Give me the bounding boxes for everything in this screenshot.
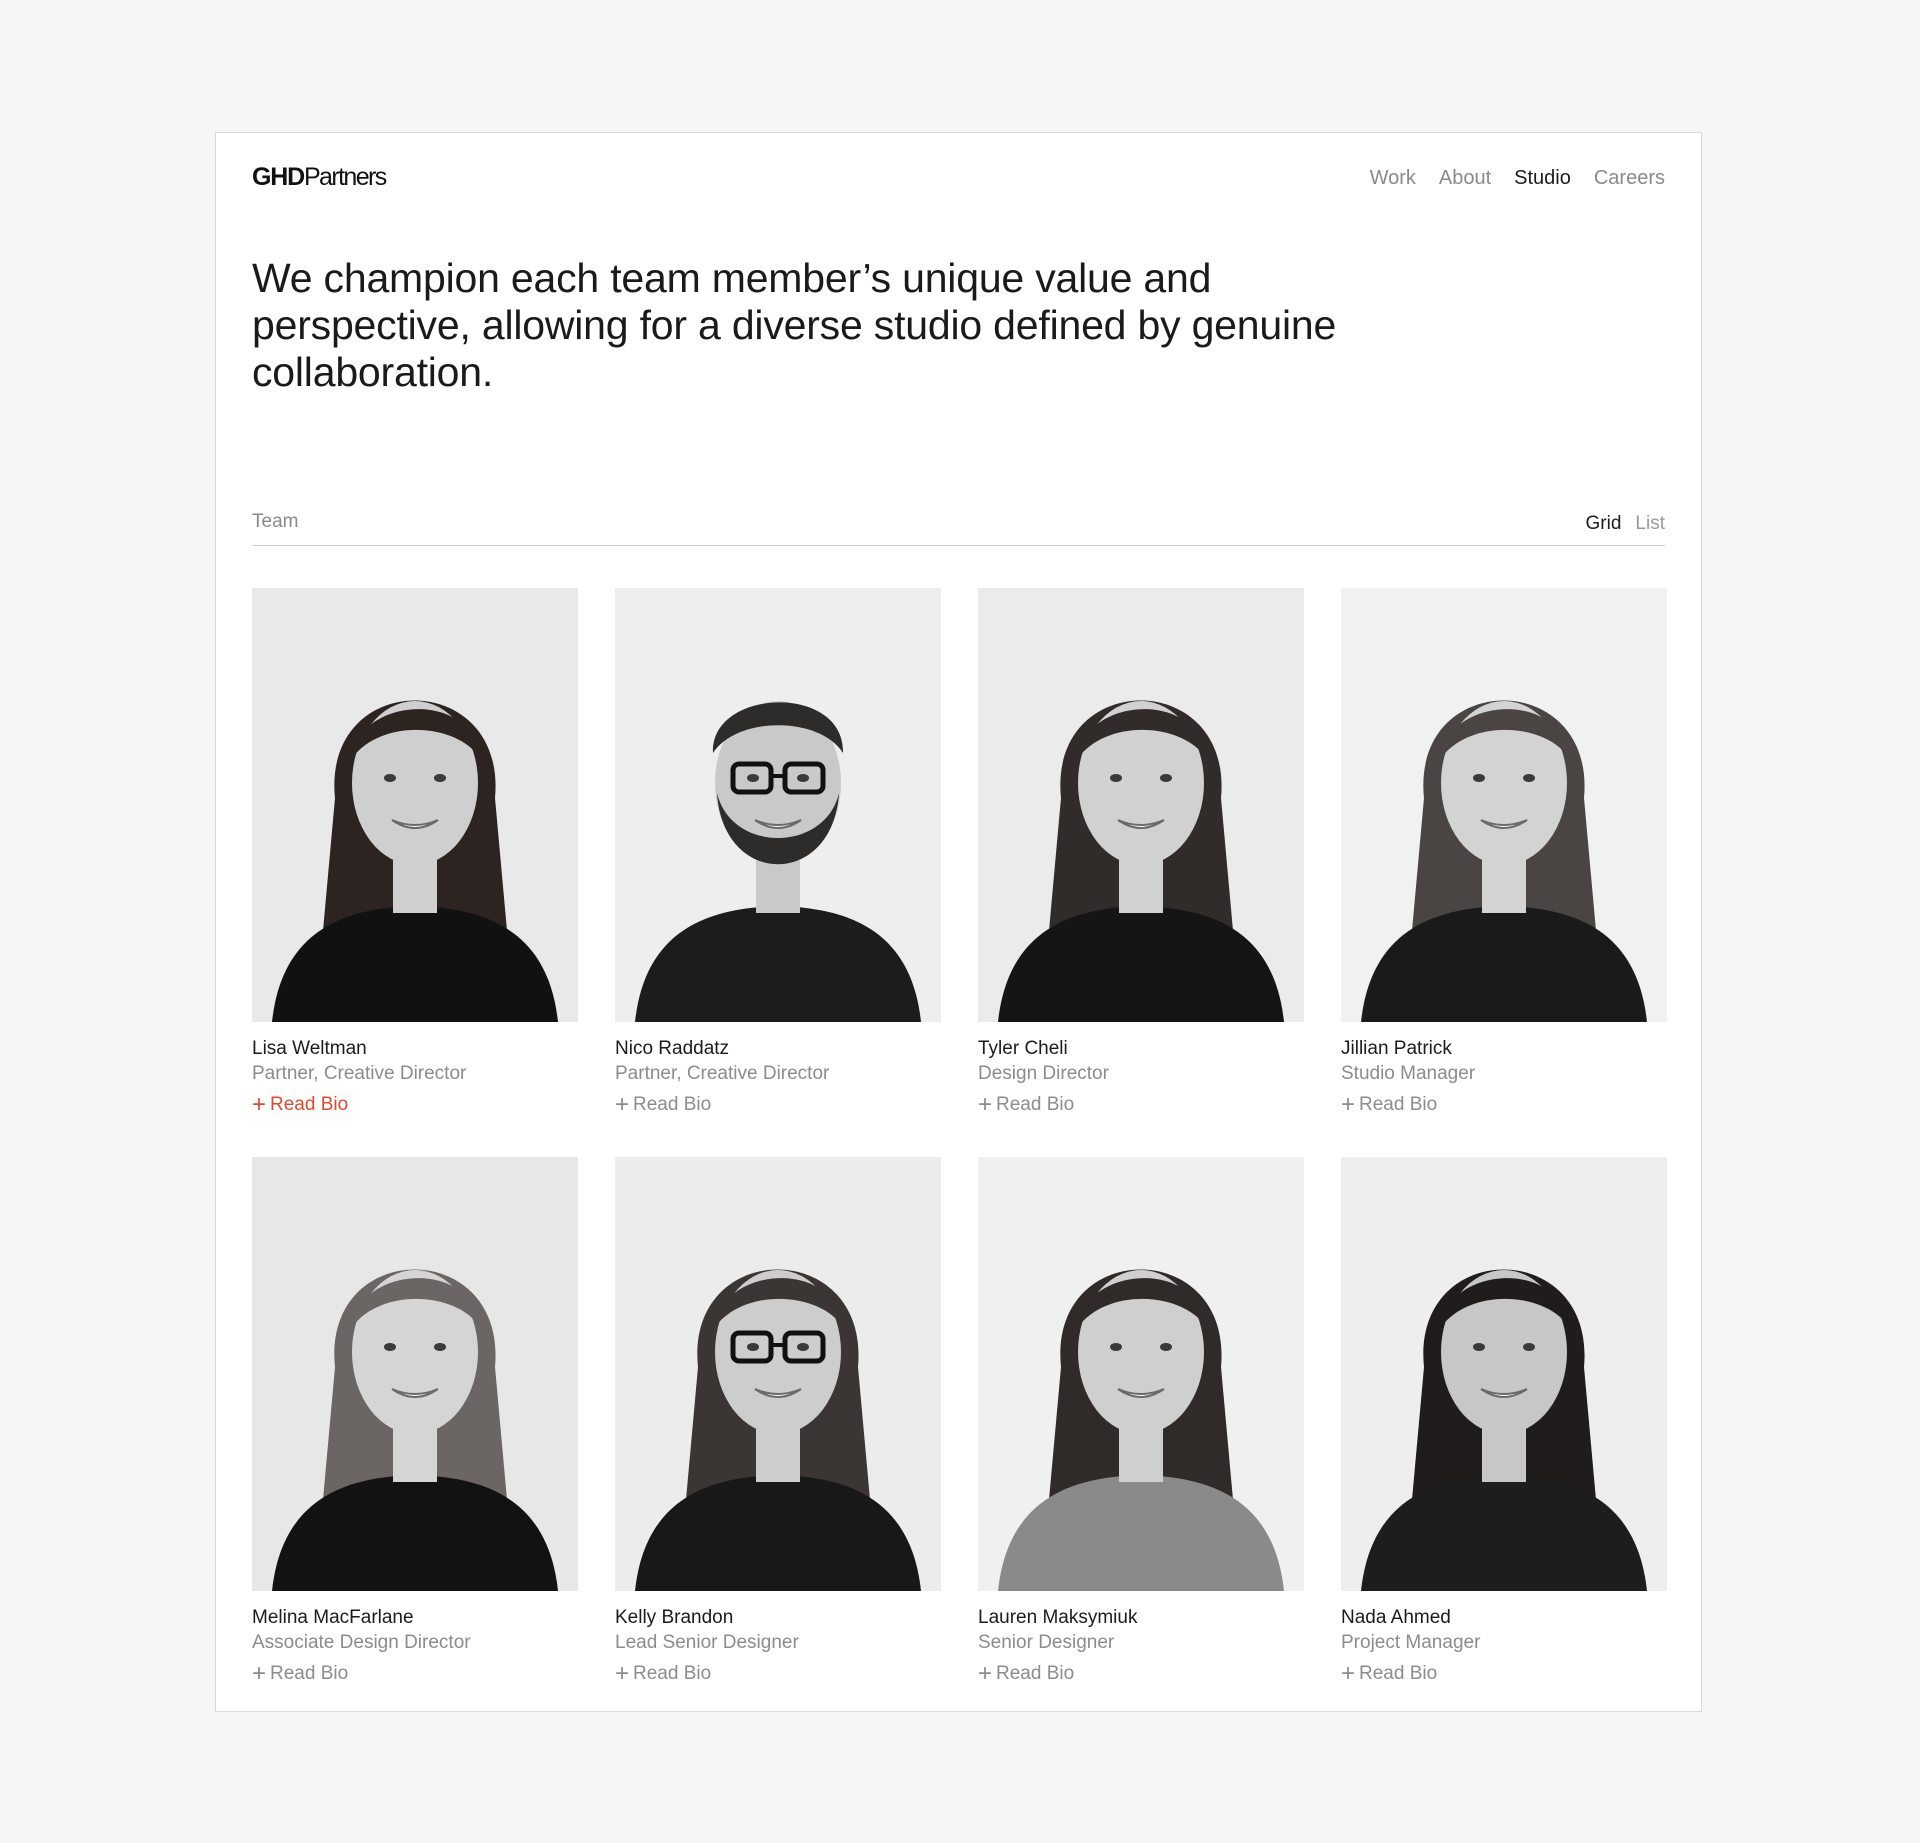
read-bio-label: Read Bio	[270, 1094, 349, 1115]
plus-icon: +	[978, 1660, 993, 1687]
read-bio-label: Read Bio	[633, 1094, 712, 1115]
portrait-image	[1341, 588, 1667, 1022]
read-bio-link[interactable]: + Read Bio	[1341, 1093, 1437, 1117]
read-bio-label: Read Bio	[633, 1663, 712, 1684]
plus-icon: +	[1341, 1091, 1356, 1118]
read-bio-label: Read Bio	[1359, 1663, 1438, 1684]
nav-item-work[interactable]: Work	[1370, 167, 1416, 190]
team-member-photo[interactable]	[978, 588, 1304, 1022]
team-card[interactable]: Nico Raddatz Partner, Creative Director + R…	[615, 588, 941, 1117]
read-bio-link[interactable]: + Read Bio	[252, 1093, 348, 1117]
team-member-role: Partner, Creative Director	[615, 1063, 830, 1084]
plus-icon: +	[252, 1660, 267, 1687]
plus-icon: +	[615, 1091, 630, 1118]
team-card[interactable]: Kelly Brandon Lead Senior Designer + Read B…	[615, 1157, 941, 1686]
grid-view-toggle[interactable]: Grid	[1586, 513, 1622, 535]
team-card[interactable]: Lisa Weltman Partner, Creative Director + R…	[252, 588, 578, 1117]
hero-statement: We champion each team member’s unique va…	[252, 255, 1337, 395]
list-view-toggle[interactable]: List	[1635, 513, 1665, 535]
site-header: GHDPartners Work About Studio Careers	[252, 159, 1665, 199]
team-member-name: Nada Ahmed	[1341, 1607, 1451, 1628]
logo-bold: GHD	[252, 163, 305, 191]
nav-item-careers[interactable]: Careers	[1594, 167, 1665, 190]
portrait-image	[978, 588, 1304, 1022]
portrait-image	[252, 588, 578, 1022]
plus-icon: +	[615, 1660, 630, 1687]
team-card[interactable]: Lauren Maksymiuk Senior Designer + Read Bio	[978, 1157, 1304, 1686]
team-card[interactable]: Nada Ahmed Project Manager + Read Bio	[1341, 1157, 1667, 1686]
section-label: Team	[252, 511, 299, 532]
read-bio-link[interactable]: + Read Bio	[1341, 1662, 1437, 1686]
team-member-name: Tyler Cheli	[978, 1038, 1068, 1059]
logo[interactable]: GHDPartners	[252, 163, 387, 192]
team-member-name: Nico Raddatz	[615, 1038, 730, 1059]
team-member-role: Associate Design Director	[252, 1632, 471, 1653]
portrait-image	[978, 1157, 1304, 1591]
team-member-name: Lisa Weltman	[252, 1038, 367, 1059]
read-bio-label: Read Bio	[996, 1663, 1075, 1684]
team-member-role: Partner, Creative Director	[252, 1063, 467, 1084]
nav-item-studio[interactable]: Studio	[1514, 167, 1571, 190]
view-toggle: Grid List	[1586, 513, 1665, 535]
plus-icon: +	[252, 1091, 267, 1118]
read-bio-label: Read Bio	[1359, 1094, 1438, 1115]
team-member-role: Studio Manager	[1341, 1063, 1476, 1084]
team-member-photo[interactable]	[1341, 588, 1667, 1022]
read-bio-label: Read Bio	[270, 1663, 349, 1684]
portrait-image	[615, 1157, 941, 1591]
team-member-role: Design Director	[978, 1063, 1109, 1084]
team-member-name: Jillian Patrick	[1341, 1038, 1452, 1059]
team-member-role: Lead Senior Designer	[615, 1632, 799, 1653]
team-section-bar: Team Grid List	[252, 507, 1665, 546]
team-member-name: Kelly Brandon	[615, 1607, 734, 1628]
nav-item-about[interactable]: About	[1439, 167, 1491, 190]
team-grid: Lisa Weltman Partner, Creative Director + R…	[252, 588, 1667, 1686]
page-frame: GHDPartners Work About Studio Careers We…	[215, 132, 1702, 1712]
portrait-image	[252, 1157, 578, 1591]
plus-icon: +	[1341, 1660, 1356, 1687]
team-member-photo[interactable]	[252, 588, 578, 1022]
team-member-photo[interactable]	[615, 1157, 941, 1591]
read-bio-label: Read Bio	[996, 1094, 1075, 1115]
team-member-photo[interactable]	[252, 1157, 578, 1591]
read-bio-link[interactable]: + Read Bio	[615, 1093, 711, 1117]
team-member-photo[interactable]	[1341, 1157, 1667, 1591]
read-bio-link[interactable]: + Read Bio	[978, 1662, 1074, 1686]
read-bio-link[interactable]: + Read Bio	[252, 1662, 348, 1686]
logo-light: Partners	[303, 163, 387, 191]
team-member-name: Melina MacFarlane	[252, 1607, 414, 1628]
team-member-name: Lauren Maksymiuk	[978, 1607, 1138, 1628]
read-bio-link[interactable]: + Read Bio	[978, 1093, 1074, 1117]
team-card[interactable]: Tyler Cheli Design Director + Read Bio	[978, 588, 1304, 1117]
team-member-photo[interactable]	[615, 588, 941, 1022]
plus-icon: +	[978, 1091, 993, 1118]
main-nav: Work About Studio Careers	[1370, 167, 1665, 190]
team-member-photo[interactable]	[978, 1157, 1304, 1591]
portrait-image	[615, 588, 941, 1022]
team-card[interactable]: Jillian Patrick Studio Manager + Read Bio	[1341, 588, 1667, 1117]
team-card[interactable]: Melina MacFarlane Associate Design Direct…	[252, 1157, 578, 1686]
read-bio-link[interactable]: + Read Bio	[615, 1662, 711, 1686]
team-member-role: Project Manager	[1341, 1632, 1481, 1653]
portrait-image	[1341, 1157, 1667, 1591]
team-member-role: Senior Designer	[978, 1632, 1115, 1653]
